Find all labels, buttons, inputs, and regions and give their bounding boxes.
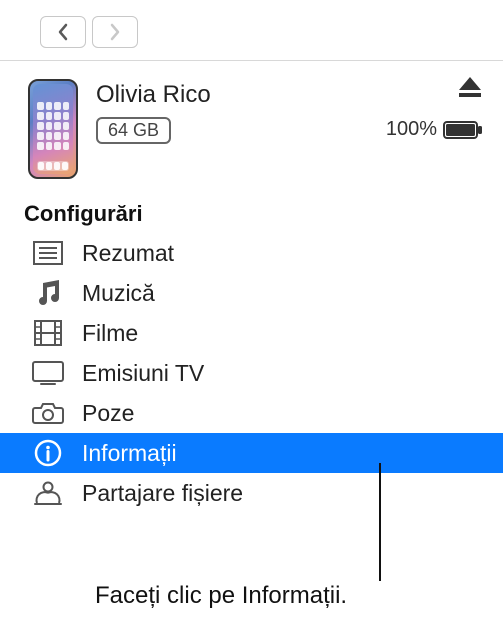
film-icon	[30, 319, 66, 347]
toolbar	[0, 0, 503, 61]
sidebar-item-label: Poze	[82, 400, 134, 427]
list-icon	[30, 239, 66, 267]
chevron-left-icon	[57, 23, 69, 41]
sidebar-item-tv[interactable]: Emisiuni TV	[0, 353, 503, 393]
callout-caption: Faceți clic pe Informații.	[95, 582, 347, 610]
sidebar-item-label: Informații	[82, 440, 177, 467]
sidebar-item-label: Filme	[82, 320, 138, 347]
music-note-icon	[30, 279, 66, 307]
battery-icon	[443, 120, 483, 140]
sidebar-item-label: Partajare fișiere	[82, 480, 243, 507]
info-icon	[30, 439, 66, 467]
device-header: Olivia Rico 64 GB 100%	[0, 61, 503, 201]
sidebar-item-music[interactable]: Muzică	[0, 273, 503, 313]
sidebar-item-label: Muzică	[82, 280, 155, 307]
camera-icon	[30, 399, 66, 427]
battery-status: 100%	[386, 118, 483, 141]
eject-button[interactable]	[457, 75, 483, 104]
eject-icon	[457, 75, 483, 99]
sidebar-item-label: Emisiuni TV	[82, 360, 204, 387]
sidebar-item-label: Rezumat	[82, 240, 174, 267]
storage-badge: 64 GB	[96, 117, 171, 144]
sidebar-item-summary[interactable]: Rezumat	[0, 233, 503, 273]
sidebar-menu: Rezumat Muzică Filme Emisiuni TV Poze In…	[0, 233, 503, 513]
sidebar-item-info[interactable]: Informații	[0, 433, 503, 473]
chevron-right-icon	[109, 23, 121, 41]
apps-icon	[30, 479, 66, 507]
battery-percent: 100%	[386, 118, 437, 141]
tv-icon	[30, 359, 66, 387]
device-thumbnail	[28, 79, 78, 179]
sidebar-section-title: Configurări	[0, 201, 503, 233]
sidebar-item-filesharing[interactable]: Partajare fișiere	[0, 473, 503, 513]
callout-line	[379, 463, 381, 581]
sidebar-item-photos[interactable]: Poze	[0, 393, 503, 433]
nav-forward-button[interactable]	[92, 16, 138, 48]
nav-back-button[interactable]	[40, 16, 86, 48]
sidebar-item-movies[interactable]: Filme	[0, 313, 503, 353]
